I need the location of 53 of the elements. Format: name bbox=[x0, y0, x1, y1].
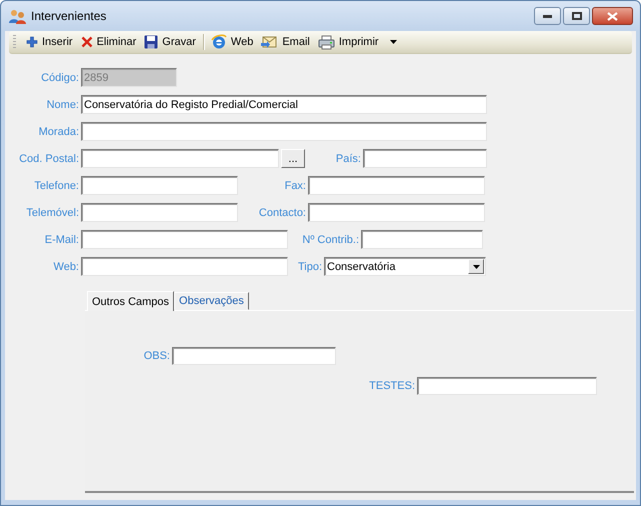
toolbar-button[interactable]: Web bbox=[206, 32, 258, 52]
field-label: Nome: bbox=[46, 98, 80, 110]
field-label: Código: bbox=[40, 72, 80, 84]
field-label: Morada: bbox=[38, 126, 80, 138]
text-field[interactable] bbox=[363, 149, 487, 168]
field-label: Telefone: bbox=[33, 180, 80, 192]
field-label: TESTES: bbox=[368, 380, 416, 392]
toolbar-button[interactable]: Inserir bbox=[22, 34, 77, 50]
globe-e-icon bbox=[210, 34, 227, 50]
people-icon bbox=[9, 8, 26, 24]
close-button[interactable] bbox=[592, 7, 633, 25]
envelope-icon bbox=[261, 35, 278, 49]
text-field[interactable] bbox=[81, 176, 238, 195]
window-title: Intervenientes bbox=[31, 9, 106, 23]
tab[interactable]: Observações bbox=[174, 292, 249, 310]
maximize-icon bbox=[572, 12, 582, 20]
toolbar-dropdown-button[interactable]: Imprimir bbox=[314, 32, 401, 52]
caret-icon bbox=[472, 264, 480, 268]
text-field[interactable] bbox=[81, 257, 288, 276]
close-icon bbox=[607, 12, 618, 20]
text-field[interactable] bbox=[361, 230, 483, 249]
text-field[interactable] bbox=[417, 377, 597, 395]
text-field[interactable] bbox=[81, 149, 279, 168]
text-field[interactable]: Conservatória do Registo Predial/Comercial bbox=[81, 95, 487, 114]
field-label: Nº Contrib.: bbox=[301, 234, 360, 246]
text-field[interactable] bbox=[308, 203, 485, 222]
field-label: Web: bbox=[52, 260, 80, 272]
field-label: E-Mail: bbox=[44, 234, 80, 246]
tab[interactable]: Outros Campos bbox=[87, 291, 174, 311]
caret-icon bbox=[390, 40, 397, 44]
printer-icon bbox=[318, 34, 335, 50]
toolbar-button[interactable]: Eliminar bbox=[76, 34, 140, 50]
field-label: Tipo: bbox=[296, 260, 323, 272]
plus-icon bbox=[26, 36, 38, 48]
toolbar-button[interactable]: Gravar bbox=[140, 33, 200, 51]
minimize-icon bbox=[543, 14, 552, 18]
field-label: Telemóvel: bbox=[25, 206, 80, 218]
browse-button[interactable]: ... bbox=[281, 149, 305, 168]
field-label: OBS: bbox=[142, 350, 171, 362]
text-field[interactable] bbox=[81, 122, 487, 141]
field-label: Cod. Postal: bbox=[18, 152, 80, 164]
text-field[interactable] bbox=[81, 230, 288, 249]
text-field[interactable] bbox=[81, 203, 238, 222]
dropdown-field[interactable]: Conservatória bbox=[324, 257, 486, 276]
text-field[interactable] bbox=[172, 347, 336, 365]
field-label: País: bbox=[334, 152, 362, 164]
text-field[interactable] bbox=[308, 176, 485, 195]
minimize-button[interactable] bbox=[534, 7, 561, 25]
field-label: Contacto: bbox=[258, 206, 307, 218]
toolbar-button[interactable]: Email bbox=[257, 33, 314, 51]
field-label: Fax: bbox=[284, 180, 307, 192]
cross-icon bbox=[80, 36, 93, 48]
maximize-button[interactable] bbox=[563, 7, 590, 25]
